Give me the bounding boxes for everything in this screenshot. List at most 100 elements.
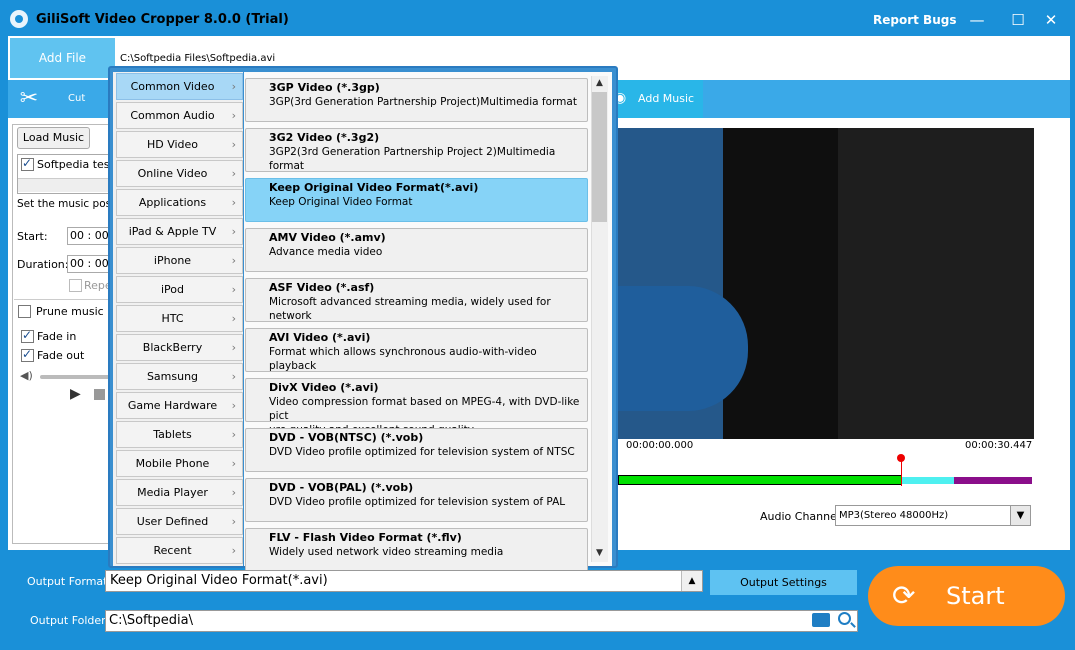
track-checkbox[interactable] [21,156,34,171]
start-label: Start: [17,230,48,243]
chevron-down-icon[interactable]: ▼ [1010,506,1030,525]
format-category-item[interactable]: Mobile Phone › [116,450,243,477]
playhead-handle[interactable] [897,454,905,462]
format-option[interactable]: 3GP Video (*.3gp) 3GP(3rd Generation Part… [245,78,588,122]
chevron-up-icon[interactable]: ▲ [681,571,702,591]
fade-out-checkbox[interactable] [21,347,34,362]
stop-icon[interactable] [94,389,105,400]
format-category-item[interactable]: HTC › [116,305,243,332]
horizontal-scrollbar[interactable] [18,178,114,192]
fade-in-checkbox[interactable] [21,328,34,343]
format-option-title: FLV - Flash Video Format (*.flv) [269,531,462,544]
format-option-title: AMV Video (*.amv) [269,231,386,244]
chevron-right-icon: › [231,515,236,528]
format-category-item[interactable]: Applications › [116,189,243,216]
format-category-item[interactable]: Common Audio › [116,102,243,129]
add-file-button[interactable]: Add File [10,38,115,78]
format-option-description: 3GP2(3rd Generation Partnership Project … [269,146,556,172]
maximize-icon[interactable]: ☐ [1008,10,1028,30]
format-category-item[interactable]: Recent › [116,537,243,564]
file-path: C:\Softpedia Files\Softpedia.avi [120,53,276,64]
volume-icon[interactable]: ◀) [20,369,33,382]
search-icon[interactable] [838,612,851,625]
volume-slider[interactable] [40,375,112,379]
format-category-label: Common Audio [130,109,215,122]
output-format-select[interactable]: Keep Original Video Format(*.avi) [105,570,703,592]
close-icon[interactable]: ✕ [1041,10,1061,30]
format-category-item[interactable]: Common Video › [116,73,243,100]
format-option[interactable]: AVI Video (*.avi) Format which allows syn… [245,328,588,372]
format-category-label: iPad & Apple TV [128,225,217,238]
output-folder-field[interactable]: C:\Softpedia\ [105,610,858,632]
timeline-end-time: 00:00:30.447 [965,440,1033,451]
preview-frame-region [723,128,838,439]
load-music-button[interactable]: Load Music [17,127,90,149]
chevron-right-icon: › [231,544,236,557]
format-option[interactable]: ASF Video (*.asf) Microsoft advanced stre… [245,278,588,322]
format-option[interactable]: 3G2 Video (*.3g2) 3GP2(3rd Generation Par… [245,128,588,172]
timeline-played-segment[interactable] [618,475,902,485]
play-icon[interactable]: ▶ [70,386,81,402]
format-option[interactable]: DVD - VOB(NTSC) (*.vob) DVD Video profile… [245,428,588,472]
format-category-item[interactable]: Samsung › [116,363,243,390]
chevron-right-icon: › [231,167,236,180]
format-option-description: Advance media video [269,246,383,258]
format-category-label: Game Hardware [127,399,218,412]
format-category-item[interactable]: iPhone › [116,247,243,274]
format-option[interactable]: FLV - Flash Video Format (*.flv) Widely u… [245,528,588,572]
format-option-title: DVD - VOB(PAL) (*.vob) [269,481,414,494]
scroll-down-icon[interactable]: ▼ [593,548,606,561]
format-category-item[interactable]: iPad & Apple TV › [116,218,243,245]
format-category-item[interactable]: Media Player › [116,479,243,506]
minimize-icon[interactable]: — [967,10,987,30]
format-option-title: DivX Video (*.avi) [269,381,379,394]
format-category-label: HTC [161,312,184,325]
format-category-item[interactable]: BlackBerry › [116,334,243,361]
refresh-icon: ⟳ [892,579,916,612]
repeat-checkbox[interactable] [69,279,82,292]
scrollbar-thumb[interactable] [592,92,607,222]
folder-icon[interactable] [812,613,830,627]
playhead-line[interactable] [901,460,902,486]
format-option[interactable]: AMV Video (*.amv) Advance media video [245,228,588,272]
timeline-music-segment[interactable] [954,477,1032,484]
format-option-description: Microsoft advanced streaming media, wide… [269,296,551,322]
format-category-label: Online Video [137,167,208,180]
chevron-right-icon: › [231,109,236,122]
prune-music-label: Prune music [36,305,104,318]
format-option-title: 3GP Video (*.3gp) [269,81,380,94]
format-option[interactable]: DVD - VOB(PAL) (*.vob) DVD Video profile … [245,478,588,522]
prune-music-checkbox[interactable] [18,305,31,318]
fade-out-label: Fade out [37,349,85,362]
chevron-right-icon: › [231,138,236,151]
format-category-item[interactable]: Online Video › [116,160,243,187]
format-category-item[interactable]: HD Video › [116,131,243,158]
format-category-label: iPhone [153,254,192,267]
timeline-remaining-segment[interactable] [902,477,954,484]
format-category-label: iPod [160,283,184,296]
output-settings-button[interactable]: Output Settings [710,570,857,595]
music-position-hint: Set the music posit [17,198,119,210]
chevron-right-icon: › [231,399,236,412]
format-option[interactable]: Keep Original Video Format(*.avi) Keep Or… [245,178,588,222]
report-bugs-link[interactable]: Report Bugs [873,13,956,27]
scissors-icon: ✂ [19,86,39,111]
format-category-item[interactable]: Tablets › [116,421,243,448]
format-category-item[interactable]: User Defined › [116,508,243,535]
format-category-item[interactable]: Game Hardware › [116,392,243,419]
format-option-title: ASF Video (*.asf) [269,281,375,294]
window-title: GiliSoft Video Cropper 8.0.0 (Trial) [36,12,289,27]
format-option-title: DVD - VOB(NTSC) (*.vob) [269,431,424,444]
format-category-label: Samsung [146,370,199,383]
scroll-up-icon[interactable]: ▲ [593,78,606,91]
format-option-description: 3GP(3rd Generation Partnership Project)M… [269,96,577,108]
format-option[interactable]: DivX Video (*.avi) Video compression form… [245,378,588,436]
format-option-description: Format which allows synchronous audio-wi… [269,346,537,372]
tab-cut[interactable]: Cut [68,93,85,104]
format-category-item[interactable]: iPod › [116,276,243,303]
audio-channel-select[interactable]: MP3(Stereo 48000Hz) [835,505,1031,526]
chevron-right-icon: › [231,370,236,383]
chevron-right-icon: › [231,312,236,325]
chevron-right-icon: › [231,428,236,441]
format-category-label: User Defined [136,515,209,528]
